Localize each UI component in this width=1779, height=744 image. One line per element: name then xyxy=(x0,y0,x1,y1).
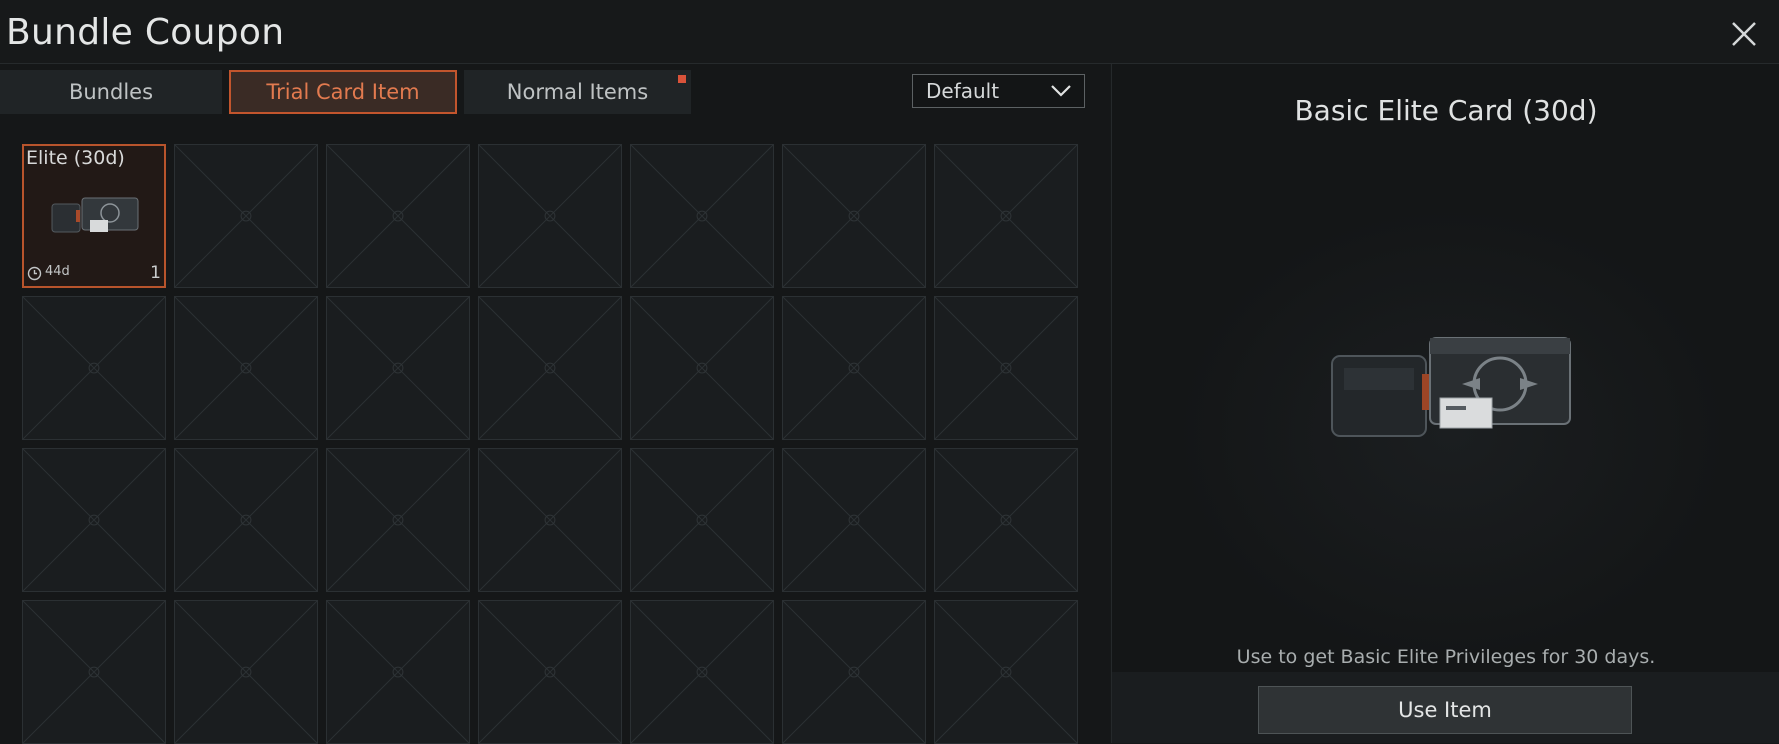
empty-item-slot[interactable] xyxy=(174,600,318,744)
empty-item-slot[interactable] xyxy=(22,296,166,440)
empty-slot-icon xyxy=(783,297,925,439)
empty-slot-icon xyxy=(935,601,1077,743)
empty-item-slot[interactable] xyxy=(174,448,318,592)
item-slot-elite-card[interactable]: Elite (30d) 44d 1 xyxy=(22,144,166,288)
detail-title: Basic Elite Card (30d) xyxy=(1294,94,1598,127)
empty-slot-icon xyxy=(935,297,1077,439)
empty-slot-icon xyxy=(327,601,469,743)
empty-item-slot[interactable] xyxy=(174,144,318,288)
empty-item-slot[interactable] xyxy=(630,144,774,288)
inventory-panel: Bundles Trial Card Item Normal Items Def… xyxy=(0,64,1110,744)
use-item-button[interactable]: Use Item xyxy=(1258,686,1632,734)
elite-case-image xyxy=(1331,337,1571,437)
empty-item-slot[interactable] xyxy=(934,600,1078,744)
empty-slot-icon xyxy=(631,601,773,743)
empty-item-slot[interactable] xyxy=(22,448,166,592)
empty-slot-icon xyxy=(23,449,165,591)
empty-slot-icon xyxy=(631,449,773,591)
empty-slot-icon xyxy=(783,449,925,591)
empty-item-slot[interactable] xyxy=(326,600,470,744)
item-quantity: 1 xyxy=(150,263,161,283)
sort-dropdown[interactable]: Default xyxy=(912,74,1085,108)
empty-slot-icon xyxy=(327,297,469,439)
empty-slot-icon xyxy=(935,145,1077,287)
empty-slot-icon xyxy=(783,145,925,287)
empty-item-slot[interactable] xyxy=(782,448,926,592)
empty-item-slot[interactable] xyxy=(478,296,622,440)
empty-slot-icon xyxy=(479,145,621,287)
empty-item-slot[interactable] xyxy=(478,144,622,288)
empty-slot-icon xyxy=(935,449,1077,591)
empty-slot-icon xyxy=(327,145,469,287)
empty-item-slot[interactable] xyxy=(326,448,470,592)
empty-item-slot[interactable] xyxy=(326,144,470,288)
tab-normal-items[interactable]: Normal Items xyxy=(464,70,691,114)
timer-icon xyxy=(27,266,42,281)
empty-item-slot[interactable] xyxy=(782,144,926,288)
detail-panel: Basic Elite Card (30d) Use to get Basic … xyxy=(1111,64,1779,743)
empty-slot-icon xyxy=(175,145,317,287)
sort-selected: Default xyxy=(926,79,1000,103)
detail-description: Use to get Basic Elite Privileges for 30… xyxy=(1236,646,1656,668)
empty-slot-icon xyxy=(783,601,925,743)
notification-dot xyxy=(678,75,686,83)
title-bar: Bundle Coupon xyxy=(0,0,1779,64)
empty-item-slot[interactable] xyxy=(782,296,926,440)
item-time-remaining: 44d xyxy=(45,264,70,279)
empty-item-slot[interactable] xyxy=(478,600,622,744)
empty-slot-icon xyxy=(175,297,317,439)
item-grid: Elite (30d) 44d 1 xyxy=(22,144,1078,744)
empty-slot-icon xyxy=(479,297,621,439)
tab-bundles[interactable]: Bundles xyxy=(0,70,222,114)
empty-item-slot[interactable] xyxy=(782,600,926,744)
empty-item-slot[interactable] xyxy=(478,448,622,592)
tab-trial-card-item[interactable]: Trial Card Item xyxy=(229,70,457,114)
empty-item-slot[interactable] xyxy=(174,296,318,440)
tab-label: Normal Items xyxy=(506,80,649,104)
empty-slot-icon xyxy=(631,297,773,439)
empty-slot-icon xyxy=(479,601,621,743)
tab-label: Trial Card Item xyxy=(266,80,420,104)
window-title: Bundle Coupon xyxy=(6,12,285,53)
empty-item-slot[interactable] xyxy=(630,600,774,744)
empty-item-slot[interactable] xyxy=(934,144,1078,288)
empty-slot-icon xyxy=(175,601,317,743)
empty-item-slot[interactable] xyxy=(630,448,774,592)
empty-item-slot[interactable] xyxy=(934,448,1078,592)
tab-label: Bundles xyxy=(68,80,154,104)
empty-item-slot[interactable] xyxy=(326,296,470,440)
empty-item-slot[interactable] xyxy=(934,296,1078,440)
empty-item-slot[interactable] xyxy=(630,296,774,440)
empty-item-slot[interactable] xyxy=(22,600,166,744)
empty-slot-icon xyxy=(175,449,317,591)
empty-slot-icon xyxy=(631,145,773,287)
elite-case-image xyxy=(51,197,139,233)
empty-slot-icon xyxy=(327,449,469,591)
close-icon[interactable] xyxy=(1726,16,1762,52)
chevron-down-icon xyxy=(1051,85,1071,97)
empty-slot-icon xyxy=(23,601,165,743)
empty-slot-icon xyxy=(23,297,165,439)
item-title: Elite (30d) xyxy=(26,147,125,169)
empty-slot-icon xyxy=(479,449,621,591)
